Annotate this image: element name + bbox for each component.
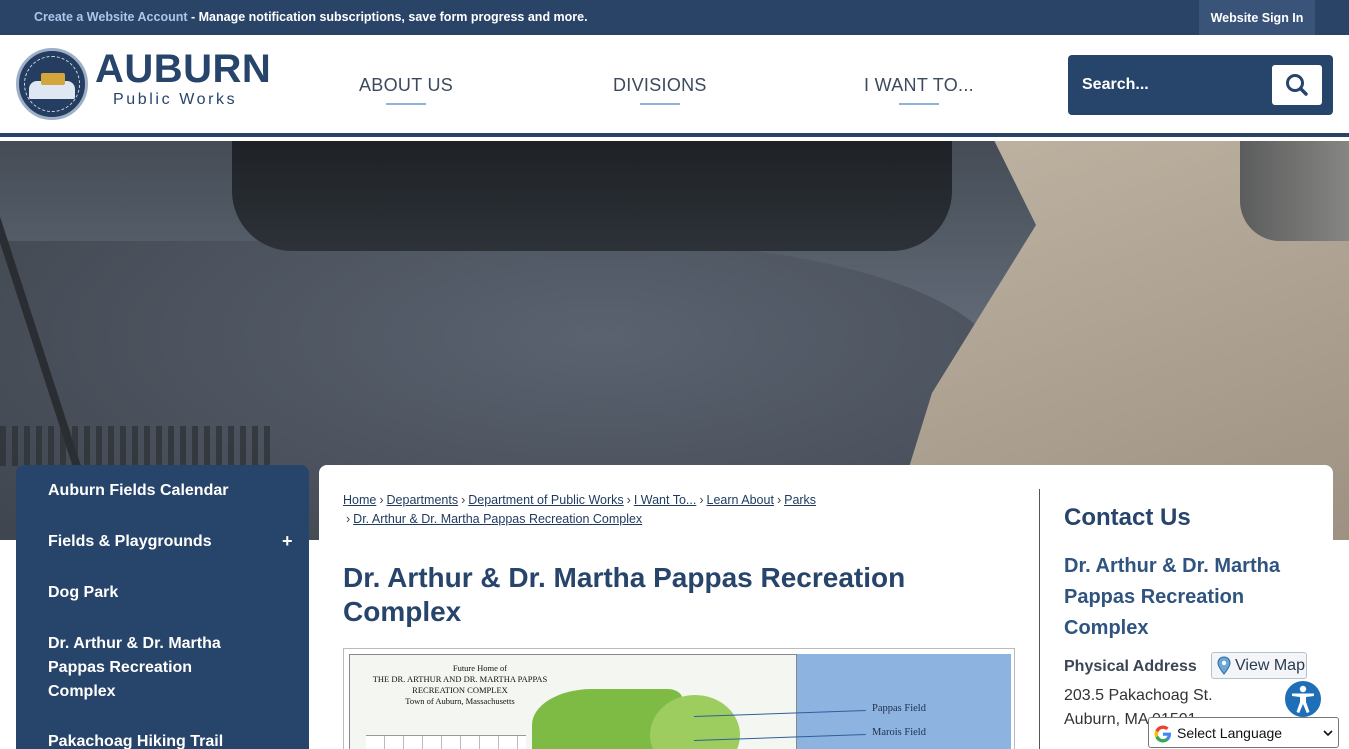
nav-divisions[interactable]: DIVISIONS [613, 75, 707, 105]
plan-lots [366, 735, 526, 749]
hero-rake-head [0, 426, 270, 466]
site-plan-drawing: Future Home of THE DR. ARTHUR AND DR. MA… [349, 654, 797, 749]
breadcrumb-separator: › [379, 493, 384, 507]
search-icon [1286, 74, 1308, 96]
hero-machine-pipe [1240, 141, 1349, 241]
town-seal-logo[interactable] [16, 48, 88, 120]
brand-title[interactable]: AUBURN [95, 49, 271, 89]
breadcrumb-public-works[interactable]: Department of Public Works [468, 493, 623, 507]
account-message-text: - Manage notification subscriptions, sav… [187, 10, 588, 24]
breadcrumb-parks[interactable]: Parks [784, 493, 816, 507]
breadcrumb-separator: › [699, 493, 704, 507]
plan-label-marois-field: Marois Field [872, 727, 926, 738]
sidebar-item-pappas-complex[interactable]: Dr. Arthur & Dr. Martha Pappas Recreatio… [48, 632, 248, 704]
search-button[interactable] [1272, 65, 1322, 105]
site-plan-image[interactable]: Future Home of THE DR. ARTHUR AND DR. MA… [343, 648, 1015, 749]
website-sign-in-button[interactable]: Website Sign In [1199, 0, 1315, 35]
site-plan-heading: Future Home of THE DR. ARTHUR AND DR. MA… [350, 663, 570, 707]
nav-i-want-to[interactable]: I WANT TO... [864, 75, 974, 105]
contact-heading: Contact Us [1064, 504, 1191, 531]
breadcrumb-current-page[interactable]: Dr. Arthur & Dr. Martha Pappas Recreatio… [353, 512, 642, 526]
accessibility-icon [1292, 685, 1314, 713]
chevron-down-icon [1323, 730, 1333, 737]
nav-underline [639, 103, 680, 105]
account-message: Create a Website Account - Manage notifi… [34, 10, 588, 24]
expand-plus-icon[interactable]: + [282, 531, 293, 552]
create-account-link[interactable]: Create a Website Account [34, 10, 188, 24]
plan-heading-line: Town of Auburn, Massachusetts [405, 696, 515, 706]
breadcrumb-separator: › [461, 493, 466, 507]
plan-heading-line: THE DR. ARTHUR AND DR. MARTHA PAPPAS [372, 674, 548, 684]
nav-i-want-to-label: I WANT TO... [864, 75, 974, 95]
breadcrumb-separator: › [346, 512, 351, 526]
sidebar-item-dog-park[interactable]: Dog Park [48, 581, 278, 605]
breadcrumb-learn-about[interactable]: Learn About [707, 493, 774, 507]
language-select-label: Select Language [1177, 725, 1283, 741]
nav-underline [898, 103, 939, 105]
breadcrumb: Home › Departments › Department of Public Wo… [343, 491, 1023, 529]
seal-truck-icon [41, 73, 65, 85]
plan-label-pappas-field: Pappas Field [872, 703, 926, 714]
physical-address-label: Physical Address [1064, 658, 1197, 675]
sidebar-nav: Auburn Fields Calendar Fields & Playgrou… [16, 465, 309, 749]
site-header: AUBURN Public Works ABOUT US DIVISIONS I… [0, 35, 1349, 137]
plan-heading-line: Future Home of [452, 663, 508, 673]
plan-heading-line: RECREATION COMPLEX [412, 685, 508, 695]
google-icon [1154, 725, 1171, 743]
nav-about-us-label: ABOUT US [359, 75, 454, 95]
breadcrumb-separator: › [626, 493, 631, 507]
sidebar-item-hiking-trail[interactable]: Pakachoag Hiking Trail [48, 730, 278, 749]
hero-roller [232, 141, 952, 251]
breadcrumb-home[interactable]: Home [343, 493, 376, 507]
address-row: Physical Address View Map [1064, 652, 1324, 680]
breadcrumb-separator: › [776, 493, 782, 507]
sidebar-item-fields-calendar[interactable]: Auburn Fields Calendar [48, 479, 278, 503]
search-input[interactable] [1082, 70, 1262, 100]
nav-underline [386, 103, 427, 105]
sidebar-item-fields-playgrounds[interactable]: Fields & Playgrounds [48, 530, 278, 554]
top-bar: Create a Website Account - Manage notifi… [0, 0, 1349, 35]
view-map-label: View Map [1235, 656, 1305, 674]
language-select[interactable]: Select Language [1148, 717, 1339, 748]
content-divider [1039, 489, 1040, 749]
search-box [1068, 55, 1333, 115]
accessibility-button[interactable] [1283, 679, 1323, 719]
nav-divisions-label: DIVISIONS [613, 75, 707, 95]
contact-name: Dr. Arthur & Dr. Martha Pappas Recreatio… [1064, 555, 1280, 639]
breadcrumb-departments[interactable]: Departments [387, 493, 459, 507]
page-title: Dr. Arthur & Dr. Martha Pappas Recreatio… [343, 562, 906, 627]
brand-subtitle: Public Works [113, 91, 238, 108]
map-pin-icon [1217, 655, 1231, 675]
nav-about-us[interactable]: ABOUT US [359, 75, 454, 105]
main-content-card: Home › Departments › Department of Public Wo… [319, 465, 1333, 749]
breadcrumb-i-want-to[interactable]: I Want To... [634, 493, 697, 507]
view-map-button[interactable]: View Map [1211, 652, 1307, 679]
